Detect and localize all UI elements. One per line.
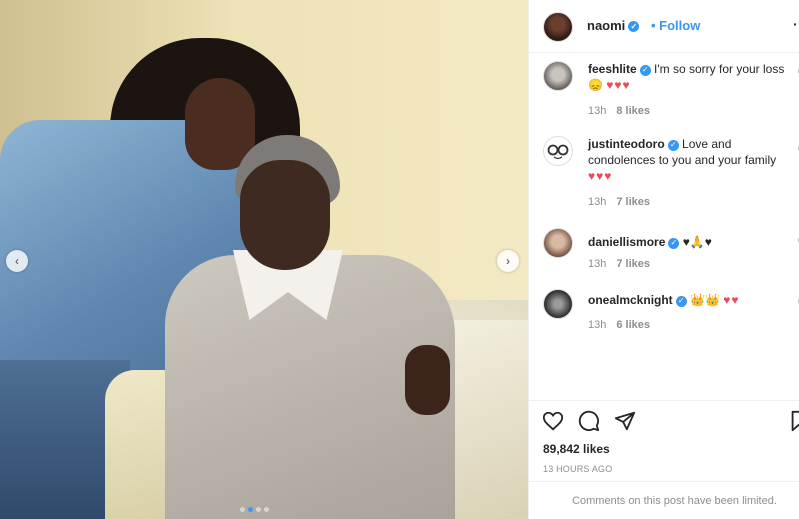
comment-meta: 13h 8 likes — [588, 105, 660, 117]
post-timestamp[interactable]: 13 HOURS AGO — [543, 464, 612, 474]
chevron-left-icon: ‹ — [15, 254, 19, 268]
follow-button[interactable]: • Follow — [651, 18, 700, 33]
post-header: naomi ✓ • Follow · — [529, 0, 799, 53]
comments-limited-notice: Comments on this post have been limited. — [529, 481, 799, 519]
commenter-avatar[interactable] — [543, 228, 573, 258]
more-options-button[interactable]: · — [793, 16, 798, 32]
glasses-icon — [547, 144, 569, 160]
carousel-dot — [240, 507, 245, 512]
commenter-username[interactable]: justinteodoro — [588, 137, 665, 151]
comment-icon — [578, 410, 600, 432]
comment-time[interactable]: 13h — [588, 105, 606, 117]
comment-time[interactable]: 13h — [588, 319, 606, 331]
comment-body: 👑👑 — [690, 293, 720, 307]
carousel-prev-button[interactable]: ‹ — [6, 250, 28, 272]
comment-likes[interactable]: 7 likes — [616, 258, 650, 270]
verified-icon: ✓ — [628, 21, 640, 32]
author-username-text[interactable]: naomi — [587, 18, 625, 33]
comment-item: justinteodoro ✓ Love and condolences to y… — [543, 136, 799, 208]
share-icon — [614, 411, 636, 431]
comment-meta: 13h 7 likes — [588, 196, 660, 208]
post-photo[interactable]: ‹ › — [0, 0, 528, 519]
author-avatar[interactable] — [543, 12, 573, 42]
share-button[interactable] — [613, 409, 637, 433]
comment-item: daniellismore✓ ♥🙏♥ 13h7 likes ♡ — [543, 228, 799, 273]
heart-emojis: ♥♥♥ — [606, 78, 631, 92]
heart-emojis: ♥♥ — [723, 293, 740, 307]
comment-time[interactable]: 13h — [588, 258, 606, 270]
comment-item: onealmcknight✓ 👑👑 ♥♥ 13h6 likes ♡ — [543, 289, 799, 334]
comment-item: feeshlite ✓ I'm so sorry for your loss 😞 … — [543, 61, 799, 121]
post-side-panel: naomi ✓ • Follow · feeshlite ✓ I'm so sorr… — [528, 0, 799, 519]
photo-elder-face — [240, 160, 330, 270]
verified-icon: ✓ — [668, 237, 680, 249]
comment-text: daniellismore ✓ ♥🙏♥ — [588, 234, 788, 250]
comment-time[interactable]: 13h — [588, 196, 606, 208]
commenter-avatar[interactable] — [543, 289, 573, 319]
likes-count[interactable]: 89,842 likes — [543, 442, 610, 456]
carousel-dot — [264, 507, 269, 512]
chevron-right-icon: › — [506, 254, 510, 268]
verified-icon: ✓ — [675, 295, 687, 307]
comment-text: feeshlite ✓ I'm so sorry for your loss 😞 … — [588, 61, 788, 93]
comment-meta: 13h 7 likes — [588, 258, 660, 270]
comment-body: ♥🙏♥ — [682, 235, 712, 249]
bookmark-icon — [791, 410, 799, 432]
verified-icon: ✓ — [667, 139, 679, 151]
verified-icon: ✓ — [639, 64, 651, 76]
more-icon[interactable]: · — [793, 16, 798, 32]
heart-outline-icon — [542, 411, 564, 431]
save-button[interactable] — [787, 409, 799, 433]
like-button[interactable] — [541, 409, 565, 433]
comment-likes[interactable]: 8 likes — [616, 105, 650, 117]
comment-text: onealmcknight ✓ 👑👑 ♥♥ — [588, 292, 788, 308]
comment-button[interactable] — [577, 409, 601, 433]
carousel-next-button[interactable]: › — [497, 250, 519, 272]
post-actions: 89,842 likes 13 HOURS AGO Comments on th… — [529, 400, 799, 519]
author-username[interactable]: naomi ✓ — [587, 18, 640, 33]
commenter-username[interactable]: daniellismore — [588, 235, 665, 249]
comment-likes[interactable]: 7 likes — [616, 196, 650, 208]
carousel-indicator — [240, 507, 269, 512]
carousel-dot — [256, 507, 261, 512]
comment-likes[interactable]: 6 likes — [616, 319, 650, 331]
commenter-username[interactable]: feeshlite — [588, 62, 637, 76]
commenter-avatar[interactable] — [543, 136, 573, 166]
comment-text: justinteodoro ✓ Love and condolences to y… — [588, 136, 788, 184]
follow-label[interactable]: Follow — [659, 18, 700, 33]
comment-meta: 13h 6 likes — [588, 319, 660, 331]
comments-list: feeshlite ✓ I'm so sorry for your loss 😞 … — [529, 53, 799, 400]
commenter-avatar[interactable] — [543, 61, 573, 91]
commenter-username[interactable]: onealmcknight — [588, 293, 673, 307]
photo-hand — [405, 345, 450, 415]
carousel-dot — [248, 507, 253, 512]
heart-emojis: ♥♥♥ — [588, 169, 613, 183]
